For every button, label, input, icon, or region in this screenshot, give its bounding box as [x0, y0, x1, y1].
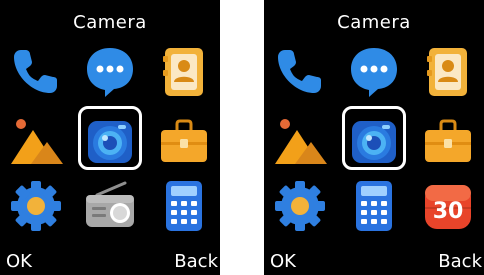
- calculator-icon[interactable]: [155, 177, 213, 235]
- messages-icon[interactable]: [345, 42, 403, 100]
- phone-icon[interactable]: [271, 42, 329, 100]
- radio-icon[interactable]: [81, 177, 139, 235]
- screen-title: Camera: [73, 12, 147, 33]
- contacts-icon[interactable]: [155, 42, 213, 100]
- toolbox-icon[interactable]: [155, 112, 213, 170]
- calendar-day-label: 30: [433, 199, 464, 224]
- gallery-icon[interactable]: [7, 112, 65, 170]
- app-grid: 30: [264, 40, 484, 240]
- settings-icon[interactable]: [7, 177, 65, 235]
- screen-title: Camera: [337, 12, 411, 33]
- contacts-icon[interactable]: [419, 42, 477, 100]
- ok-softkey[interactable]: OK: [270, 251, 296, 273]
- back-softkey[interactable]: Back: [174, 251, 218, 273]
- calculator-icon[interactable]: [345, 177, 403, 235]
- back-softkey[interactable]: Back: [438, 251, 482, 273]
- toolbox-icon[interactable]: [419, 112, 477, 170]
- selection-highlight: [78, 106, 142, 170]
- calendar-icon[interactable]: 30: [419, 177, 477, 235]
- ok-softkey[interactable]: OK: [6, 251, 32, 273]
- selection-highlight: [342, 106, 406, 170]
- messages-icon[interactable]: [81, 42, 139, 100]
- app-grid: [0, 40, 220, 240]
- phone-screen-right: Camera 30 OK Back: [264, 0, 484, 275]
- phone-screen-left: Camera OK Back: [0, 0, 220, 275]
- settings-icon[interactable]: [271, 177, 329, 235]
- gallery-icon[interactable]: [271, 112, 329, 170]
- phone-icon[interactable]: [7, 42, 65, 100]
